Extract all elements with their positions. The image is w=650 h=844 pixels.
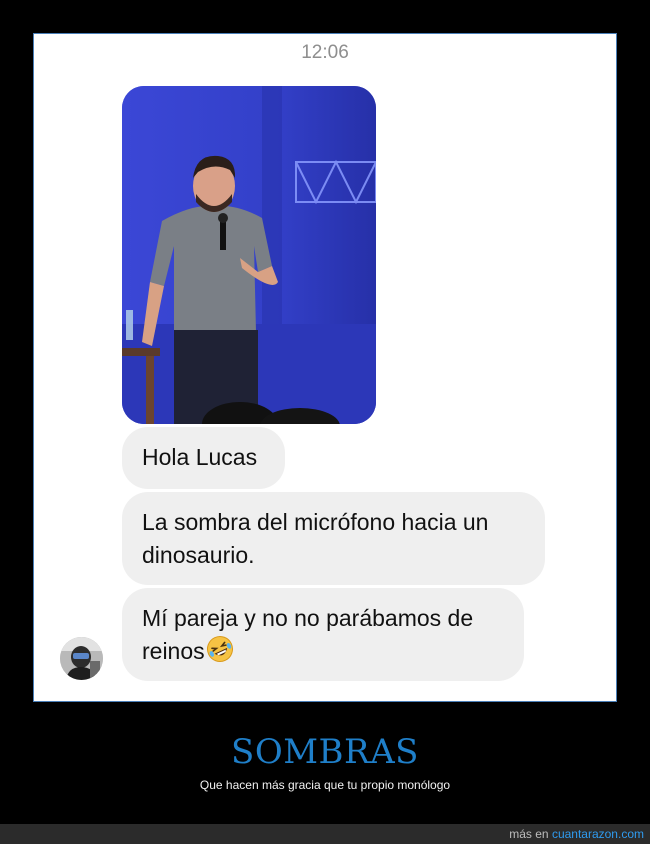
rolling-on-floor-laughing-emoji-icon — [206, 635, 234, 663]
site-footer: más en cuantarazon.com — [0, 824, 650, 844]
message-text: Mí pareja y no no parábamos de — [142, 605, 474, 631]
comedian-on-stage-image — [122, 86, 376, 424]
message-bubble[interactable]: Mí pareja y no no parábamos de reinos — [122, 588, 524, 681]
message-bubble[interactable]: La sombra del micrófono hacia un dinosau… — [122, 492, 545, 585]
post-title: SOMBRAS — [231, 732, 419, 772]
message-text: reinos — [142, 638, 205, 664]
message-bubble[interactable]: Hola Lucas — [122, 427, 285, 489]
chat-screenshot: 12:06 Hola Lucas La sombra del micrófono… — [33, 33, 617, 702]
message-text: dinosaurio. — [142, 542, 255, 568]
avatar-photo-icon — [60, 637, 103, 680]
message-timestamp: 12:06 — [301, 42, 349, 63]
message-text: Hola Lucas — [142, 444, 258, 470]
site-link[interactable]: cuantarazon.com — [552, 827, 644, 841]
sender-avatar[interactable] — [60, 637, 103, 680]
footer-prefix: más en — [509, 827, 552, 841]
message-text: La sombra del micrófono hacia un — [142, 509, 489, 535]
message-text-last-line: reinos — [142, 635, 504, 668]
shared-photo[interactable] — [122, 86, 376, 424]
post-subtitle: Que hacen más gracia que tu propio monól… — [199, 778, 451, 792]
